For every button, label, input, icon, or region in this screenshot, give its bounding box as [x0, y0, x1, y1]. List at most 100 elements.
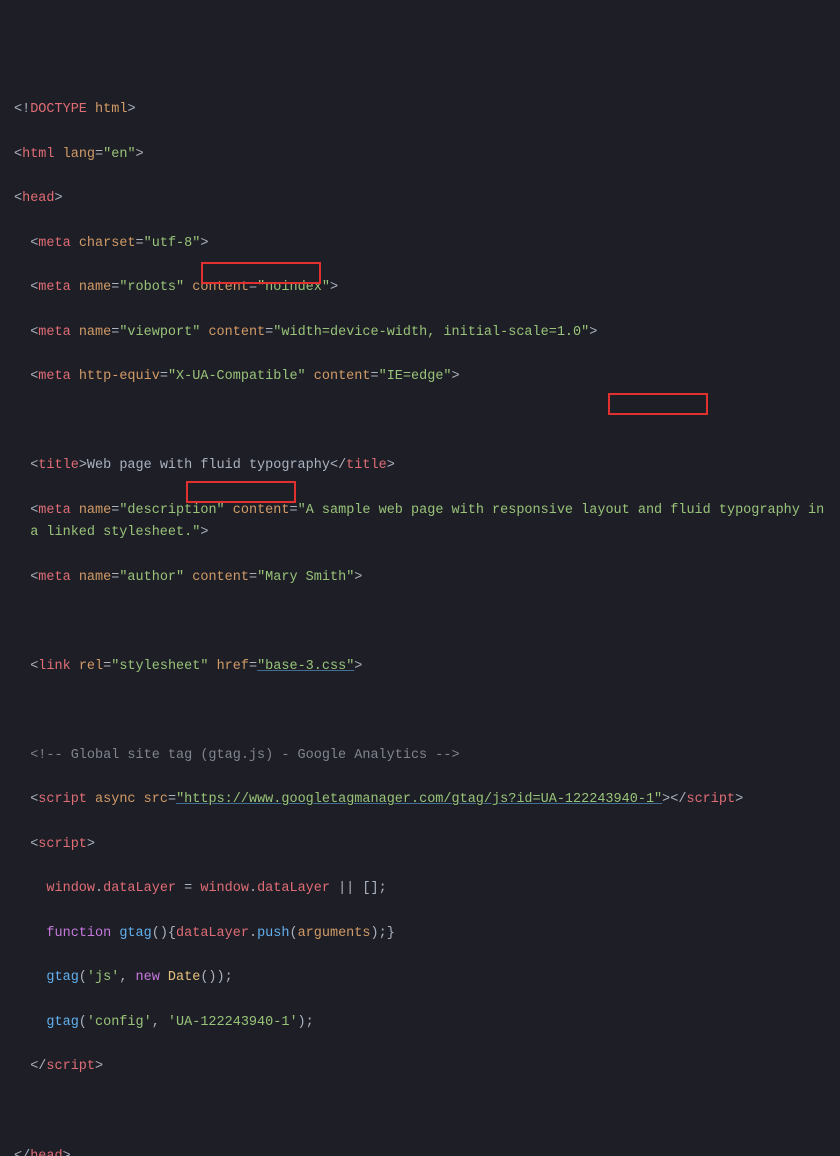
- code-token: html: [87, 102, 128, 117]
- code-token: meta: [38, 369, 70, 384]
- code-token: window: [200, 881, 249, 896]
- code-token: </: [330, 458, 346, 473]
- code-token: >: [330, 280, 338, 295]
- code-token: >: [354, 659, 362, 674]
- code-token: =: [95, 147, 103, 162]
- code-token: =: [160, 369, 168, 384]
- code-token: );: [298, 1015, 314, 1030]
- code-token: =: [249, 659, 257, 674]
- code-token: .: [249, 881, 257, 896]
- code-token: content: [208, 325, 265, 340]
- code-token: gtag: [119, 926, 151, 941]
- code-token: src: [144, 792, 168, 807]
- code-token: content: [233, 503, 290, 518]
- code-token: arguments: [298, 926, 371, 941]
- code-token: (: [79, 970, 87, 985]
- code-link[interactable]: "https://www.googletagmanager.com/gtag/j…: [176, 792, 662, 807]
- code-token: >: [200, 525, 208, 540]
- code-token: html: [22, 147, 54, 162]
- code-token: >: [63, 1149, 71, 1156]
- code-token: =: [103, 659, 111, 674]
- code-token: =: [289, 503, 297, 518]
- code-token: ,: [152, 1015, 168, 1030]
- code-token: >: [354, 570, 362, 585]
- code-token: gtag: [46, 1015, 78, 1030]
- code-token: head: [22, 191, 54, 206]
- code-token: =: [176, 881, 200, 896]
- code-token: "Mary Smith": [257, 570, 354, 585]
- code-token: >: [79, 458, 87, 473]
- code-token: meta: [38, 280, 70, 295]
- code-token: <!: [14, 102, 30, 117]
- code-token: "en": [103, 147, 135, 162]
- code-editor: <!DOCTYPE html> <html lang="en"> <head> …: [14, 99, 826, 1156]
- code-token: dataLayer: [176, 926, 249, 941]
- code-token: push: [257, 926, 289, 941]
- code-token: "IE=edge": [379, 369, 452, 384]
- code-token: link: [38, 659, 70, 674]
- code-token: || [];: [330, 881, 387, 896]
- code-token: "description": [119, 503, 224, 518]
- code-token: http-equiv: [79, 369, 160, 384]
- code-token: "noindex": [257, 280, 330, 295]
- code-token: (){: [152, 926, 176, 941]
- code-token: meta: [38, 503, 70, 518]
- code-token: function: [46, 926, 111, 941]
- code-token: .: [249, 926, 257, 941]
- code-token: >: [662, 792, 670, 807]
- code-token: dataLayer: [103, 881, 176, 896]
- code-token: head: [30, 1149, 62, 1156]
- code-token: <!-- Global site tag (gtag.js) - Google …: [30, 748, 459, 763]
- code-token: "viewport": [119, 325, 200, 340]
- code-token: =: [136, 236, 144, 251]
- code-token: dataLayer: [257, 881, 330, 896]
- code-token: script: [38, 837, 87, 852]
- code-token: >: [87, 837, 95, 852]
- code-token: >: [136, 147, 144, 162]
- code-token: name: [79, 280, 111, 295]
- code-token: rel: [79, 659, 103, 674]
- code-token: "width=device-width, initial-scale=1.0": [273, 325, 589, 340]
- code-token: >: [387, 458, 395, 473]
- code-token: script: [38, 792, 87, 807]
- code-token: </: [14, 1149, 30, 1156]
- code-token: lang: [63, 147, 95, 162]
- code-token: "author": [119, 570, 184, 585]
- code-token: (: [289, 926, 297, 941]
- code-token: href: [217, 659, 249, 674]
- code-token: <: [14, 191, 22, 206]
- code-token: charset: [79, 236, 136, 251]
- code-token: );}: [371, 926, 395, 941]
- code-token: >: [589, 325, 597, 340]
- code-token: content: [314, 369, 371, 384]
- code-token: async: [95, 792, 136, 807]
- code-token: ());: [200, 970, 232, 985]
- code-token: </: [670, 792, 686, 807]
- code-token: <: [30, 659, 38, 674]
- code-token: meta: [38, 325, 70, 340]
- code-token: =: [249, 570, 257, 585]
- code-token: "utf-8": [144, 236, 201, 251]
- code-token: =: [371, 369, 379, 384]
- code-token: "robots": [119, 280, 184, 295]
- code-token: new: [136, 970, 168, 985]
- code-token: name: [79, 570, 111, 585]
- code-token: =: [168, 792, 176, 807]
- code-token: content: [192, 280, 249, 295]
- code-token: "X-UA-Compatible": [168, 369, 306, 384]
- code-token: >: [95, 1059, 103, 1074]
- code-token: name: [79, 325, 111, 340]
- code-token: Date: [168, 970, 200, 985]
- code-token: >: [452, 369, 460, 384]
- code-token: "stylesheet": [111, 659, 208, 674]
- code-token: ,: [119, 970, 135, 985]
- code-token: <: [30, 792, 38, 807]
- code-token: script: [46, 1059, 95, 1074]
- code-token: <: [14, 147, 22, 162]
- code-token: gtag: [46, 970, 78, 985]
- code-token: 'js': [87, 970, 119, 985]
- code-token: name: [79, 503, 111, 518]
- code-token: </: [30, 1059, 46, 1074]
- code-link[interactable]: "base-3.css": [257, 659, 354, 674]
- code-token: >: [200, 236, 208, 251]
